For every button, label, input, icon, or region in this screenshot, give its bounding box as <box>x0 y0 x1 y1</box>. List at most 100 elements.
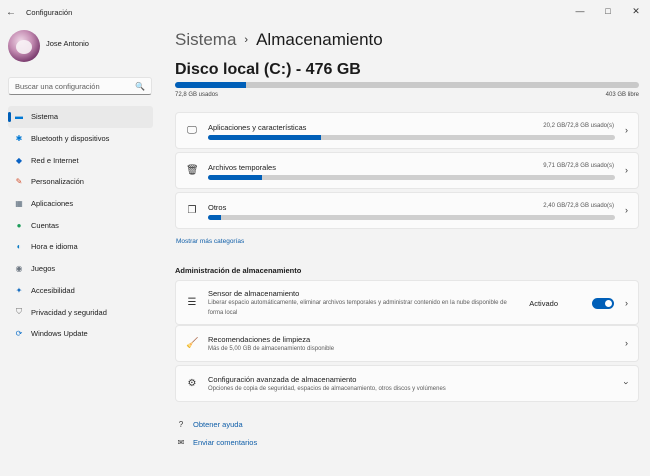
sidebar-item-juegos[interactable]: ◉ Juegos <box>8 258 153 280</box>
sidebar-item-windows-update[interactable]: ⟳ Windows Update <box>8 323 153 345</box>
category-title: Aplicaciones y características <box>208 123 307 132</box>
category-title: Archivos temporales <box>208 163 276 172</box>
system-icon: ▬ <box>15 112 23 122</box>
title-bar: ← Configuración — □ ✕ <box>0 0 650 24</box>
brush-icon: ✎ <box>15 177 23 187</box>
advanced-title: Configuración avanzada de almacenamiento <box>208 375 357 384</box>
close-button[interactable]: ✕ <box>622 0 650 22</box>
storage-sense-state: Activado <box>529 299 558 308</box>
minimize-button[interactable]: — <box>566 0 594 22</box>
category-title: Otros <box>208 203 227 212</box>
sidebar-nav: ▬ Sistema ✱ Bluetooth y dispositivos ◆ Red e … <box>8 106 153 345</box>
sidebar-item-aplicaciones[interactable]: ▦ Aplicaciones <box>8 193 153 215</box>
sidebar: Jose Antonio Buscar una configuración 🔍 … <box>0 24 160 476</box>
advanced-desc: Opciones de copia de seguridad, espacios… <box>208 386 446 392</box>
toggle-knob <box>605 300 612 307</box>
sidebar-item-hora-e-idioma[interactable]: ◐ Hora e idioma <box>8 236 153 258</box>
sidebar-item-accesibilidad[interactable]: ✦ Accesibilidad <box>8 280 153 302</box>
disk-title: Disco local (C:) - 476 GB <box>175 61 361 78</box>
category-card-other[interactable]: ❐ Otros 2,40 GB/72,8 GB usado(s) › <box>175 192 639 229</box>
disk-used-label: 72,8 GB usados <box>175 92 219 98</box>
sidebar-item-privacidad-y-seguridad[interactable]: ⛉ Privacidad y seguridad <box>8 301 153 323</box>
back-arrow-icon[interactable]: ← <box>0 0 22 24</box>
disk-usage-fill <box>175 82 246 88</box>
sidebar-item-label: Red e Internet <box>31 155 79 165</box>
search-icon[interactable]: 🔍 <box>135 82 145 91</box>
sidebar-item-sistema[interactable]: ▬ Sistema <box>8 106 153 128</box>
breadcrumb-parent[interactable]: Sistema <box>175 30 236 50</box>
sidebar-item-cuentas[interactable]: ● Cuentas <box>8 214 153 236</box>
chevron-right-icon: › <box>625 205 628 215</box>
breadcrumb: Sistema › Almacenamiento <box>175 30 383 50</box>
page-title: Almacenamiento <box>256 30 383 49</box>
category-usage-bar <box>208 175 615 180</box>
category-usage-fill <box>208 175 263 180</box>
storage-icon: ☰ <box>187 297 197 308</box>
sidebar-item-label: Sistema <box>31 112 59 122</box>
cleanup-recommendations-card[interactable]: 🧹 Recomendaciones de limpieza Más de 5,0… <box>175 325 639 362</box>
advanced-storage-settings-card[interactable]: ⚙ Configuración avanzada de almacenamien… <box>175 365 639 402</box>
send-feedback-label: Enviar comentarios <box>193 438 258 447</box>
section-title-management: Administración de almacenamiento <box>175 266 302 275</box>
category-value: 20,2 GB/72,8 GB usado(s) <box>543 123 614 129</box>
copy-icon: ❐ <box>187 205 197 216</box>
sidebar-item-label: Privacidad y seguridad <box>31 307 107 317</box>
storage-sense-card[interactable]: ☰ Sensor de almacenamiento Liberar espac… <box>175 280 639 325</box>
bluetooth-icon: ✱ <box>15 134 23 144</box>
gear-icon: ⚙ <box>187 378 197 389</box>
feedback-icon: ✉ <box>177 438 185 447</box>
sidebar-item-label: Accesibilidad <box>31 285 75 295</box>
storage-sense-title: Sensor de almacenamiento <box>208 289 300 298</box>
avatar <box>8 30 40 62</box>
storage-sense-toggle[interactable] <box>592 298 614 309</box>
apps-icon: ▦ <box>15 199 23 209</box>
window-title: Configuración <box>26 7 73 17</box>
category-value: 2,40 GB/72,8 GB usado(s) <box>543 203 614 209</box>
cleanup-title: Recomendaciones de limpieza <box>208 335 311 344</box>
user-name: Jose Antonio <box>46 38 89 48</box>
sidebar-item-label: Juegos <box>31 264 56 274</box>
sidebar-item-label: Aplicaciones <box>31 199 74 209</box>
cleanup-desc: Más de 5,00 GB de almacenamiento disponi… <box>208 346 335 352</box>
sidebar-item-label: Bluetooth y dispositivos <box>31 134 110 144</box>
show-more-categories-link[interactable]: Mostrar más categorías <box>176 238 244 245</box>
get-help-label: Obtener ayuda <box>193 420 243 429</box>
chevron-right-icon: › <box>244 34 249 46</box>
search-placeholder: Buscar una configuración <box>15 81 100 91</box>
sidebar-item-bluetooth-y-dispositivos[interactable]: ✱ Bluetooth y dispositivos <box>8 128 153 150</box>
sidebar-item-label: Personalización <box>31 177 84 187</box>
sidebar-item-label: Cuentas <box>31 220 59 230</box>
send-feedback-link[interactable]: ✉ Enviar comentarios <box>175 438 258 447</box>
user-profile[interactable]: Jose Antonio <box>8 30 89 62</box>
disk-usage-bar <box>175 82 639 88</box>
chevron-right-icon: › <box>625 338 628 348</box>
chevron-right-icon: › <box>625 125 628 135</box>
chevron-right-icon: › <box>625 298 628 308</box>
get-help-link[interactable]: ? Obtener ayuda <box>175 420 243 429</box>
sidebar-item-label: Windows Update <box>31 329 88 339</box>
category-value: 9,71 GB/72,8 GB usado(s) <box>543 163 614 169</box>
disk-free-label: 403 GB libre <box>605 92 639 98</box>
help-icon: ? <box>178 420 184 429</box>
globe-clock-icon: ◐ <box>16 242 22 252</box>
sidebar-item-label: Hora e idioma <box>31 242 78 252</box>
maximize-button[interactable]: □ <box>594 0 622 22</box>
storage-sense-desc: Liberar espacio automáticamente, elimina… <box>208 300 507 316</box>
search-input[interactable]: Buscar una configuración 🔍 <box>8 77 152 95</box>
category-usage-fill <box>208 135 321 140</box>
category-card-apps[interactable]: 🖵 Aplicaciones y características 20,2 GB… <box>175 112 639 149</box>
broom-icon: 🧹 <box>186 338 199 349</box>
category-card-temp-files[interactable]: 🗑 Archivos temporales 9,71 GB/72,8 GB us… <box>175 152 639 189</box>
update-icon: ⟳ <box>15 329 23 339</box>
chevron-right-icon: › <box>625 165 628 175</box>
category-usage-bar <box>208 215 615 220</box>
sidebar-item-red-e-internet[interactable]: ◆ Red e Internet <box>8 149 153 171</box>
gamepad-icon: ◉ <box>15 264 23 274</box>
wifi-icon: ◆ <box>15 155 23 165</box>
sidebar-item-personalización[interactable]: ✎ Personalización <box>8 171 153 193</box>
category-usage-fill <box>208 215 222 220</box>
trash-icon: 🗑 <box>186 165 199 176</box>
category-usage-bar <box>208 135 615 140</box>
accounts-icon: ● <box>16 220 22 230</box>
accessibility-icon: ✦ <box>15 285 23 295</box>
